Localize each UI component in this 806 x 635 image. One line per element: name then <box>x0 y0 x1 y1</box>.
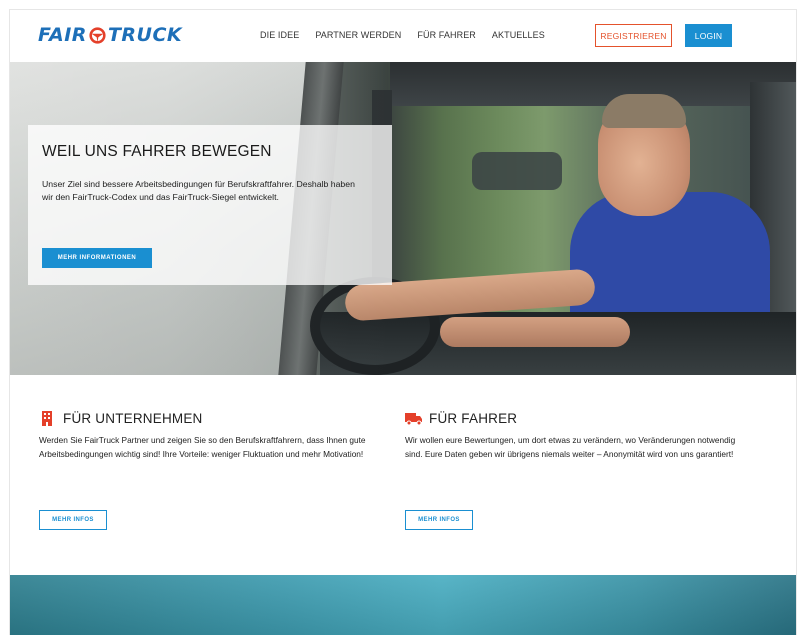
bottom-image-band <box>10 575 796 635</box>
logo-text-fair: FAIR <box>38 24 87 46</box>
main-nav: DIE IDEE PARTNER WERDEN FÜR FAHRER AKTUE… <box>260 30 545 40</box>
nav-item-fuer-fahrer[interactable]: FÜR FAHRER <box>417 30 476 40</box>
feature-companies: FÜR UNTERNEHMEN Werden Sie FairTruck Par… <box>39 409 379 530</box>
logo-text-truck: TRUCK <box>107 24 183 46</box>
site-header: FAIR TRUCK DIE IDEE PARTNER WERDEN FÜR F… <box>10 10 796 62</box>
register-button[interactable]: REGISTRIEREN <box>595 24 672 47</box>
bottom-band-overlay <box>10 575 796 635</box>
nav-item-die-idee[interactable]: DIE IDEE <box>260 30 299 40</box>
feature-drivers-text: Wir wollen eure Bewertungen, um dort etw… <box>405 435 736 459</box>
feature-drivers-heading: FÜR FAHRER <box>405 409 745 427</box>
truck-icon <box>405 410 422 426</box>
hero-text-panel: WEIL UNS FAHRER BEWEGEN Unser Ziel sind … <box>28 125 392 285</box>
fairtruck-logo[interactable]: FAIR TRUCK <box>38 23 182 47</box>
features-section: FÜR UNTERNEHMEN Werden Sie FairTruck Par… <box>10 375 796 575</box>
hero-title: WEIL UNS FAHRER BEWEGEN <box>42 143 272 160</box>
feature-companies-heading: FÜR UNTERNEHMEN <box>39 409 379 427</box>
building-icon <box>39 410 55 426</box>
feature-companies-text: Werden Sie FairTruck Partner und zeigen … <box>39 435 366 459</box>
feature-drivers-title: FÜR FAHRER <box>429 410 518 426</box>
page-frame: FAIR TRUCK DIE IDEE PARTNER WERDEN FÜR F… <box>10 10 796 635</box>
companies-more-infos-button[interactable]: MEHR INFOS <box>39 510 107 530</box>
feature-drivers: FÜR FAHRER Wir wollen eure Bewertungen, … <box>405 409 745 530</box>
more-information-button[interactable]: MEHR INFORMATIONEN <box>42 248 152 268</box>
nav-item-aktuelles[interactable]: AKTUELLES <box>492 30 545 40</box>
hero-banner: WEIL UNS FAHRER BEWEGEN Unser Ziel sind … <box>10 62 796 375</box>
login-button[interactable]: LOGIN <box>685 24 732 47</box>
steering-wheel-icon <box>89 26 106 44</box>
feature-companies-title: FÜR UNTERNEHMEN <box>63 410 203 426</box>
drivers-more-infos-button[interactable]: MEHR INFOS <box>405 510 473 530</box>
hero-description: Unser Ziel sind bessere Arbeitsbedingung… <box>42 179 355 202</box>
nav-item-partner-werden[interactable]: PARTNER WERDEN <box>315 30 401 40</box>
